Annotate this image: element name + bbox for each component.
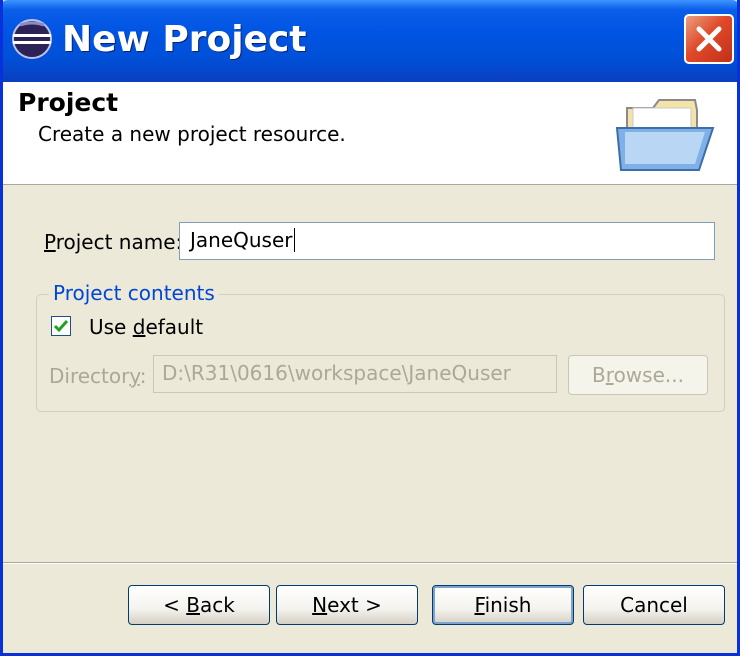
project-name-label: Project name: [44,230,183,254]
back-button[interactable]: < Back [128,585,270,625]
close-icon [696,26,722,52]
page-title: Project [18,88,119,117]
header-banner: Project Create a new project resource. [3,82,737,185]
directory-input: D:\R31\0616\workspace\JaneQuser [153,355,557,393]
finish-button[interactable]: Finish [432,585,574,625]
group-title: Project contents [49,281,219,305]
use-default-checkbox[interactable] [51,316,71,336]
directory-label: Directory: [49,364,147,388]
window-title: New Project [62,19,307,60]
cancel-button[interactable]: Cancel [583,585,725,625]
new-project-dialog: New Project Project Create a new project… [0,0,740,656]
separator [3,562,737,564]
checkmark-icon [53,320,69,333]
page-description: Create a new project resource. [38,122,346,146]
close-button[interactable] [684,14,734,64]
use-default-label[interactable]: Use default [89,315,203,339]
browse-button: Browse... [568,355,708,395]
title-bar[interactable]: New Project [3,0,737,82]
eclipse-icon [12,19,52,59]
project-name-input[interactable]: JaneQuser [179,222,715,260]
folder-icon [615,99,715,171]
next-button[interactable]: Next > [276,585,418,625]
